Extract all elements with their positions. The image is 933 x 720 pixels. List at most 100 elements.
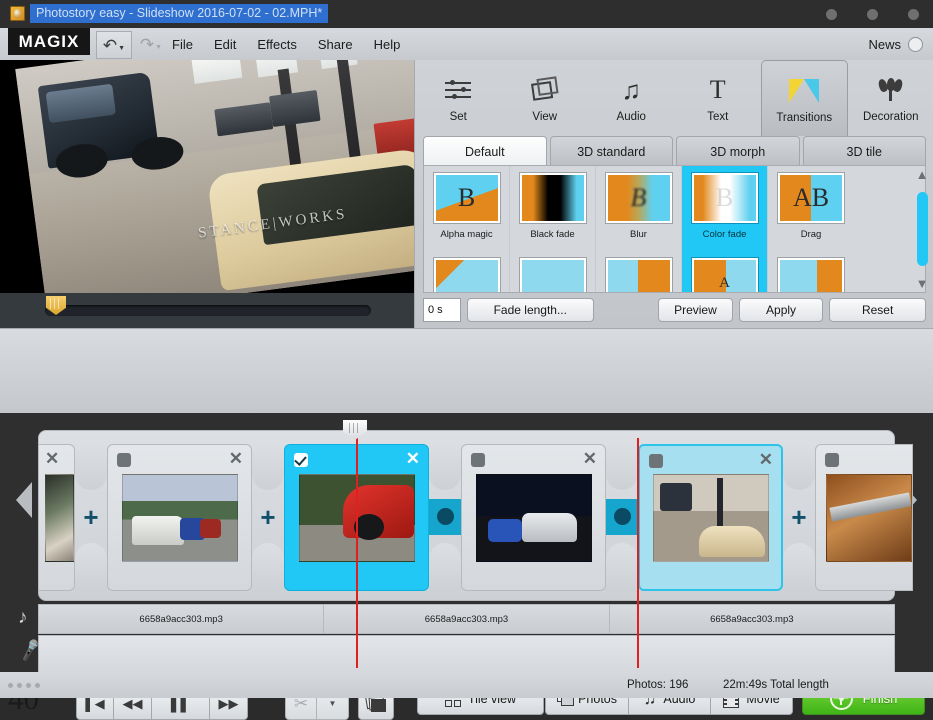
category-audio[interactable]: ♫ Audio: [588, 60, 675, 135]
clip-checkbox[interactable]: [471, 453, 485, 467]
tab-3d-morph[interactable]: 3D morph: [676, 136, 800, 166]
transition-thumb: [520, 173, 586, 223]
preview-photo: STANCE|WORKS: [15, 60, 414, 293]
news-button[interactable]: News: [868, 28, 923, 60]
transition-indicator-icon[interactable]: [606, 499, 638, 535]
add-clip-plus-icon[interactable]: +: [83, 504, 98, 530]
text-t-icon: T: [710, 73, 726, 107]
clip-checkbox[interactable]: [117, 453, 131, 467]
playhead-marker-icon[interactable]: [343, 420, 367, 434]
clip-list: ✕ + ✕: [39, 431, 913, 602]
preview-button[interactable]: Preview: [658, 298, 733, 322]
reset-button[interactable]: Reset: [829, 298, 926, 322]
tab-3d-tile[interactable]: 3D tile: [803, 136, 927, 166]
transition-grid-inner: B Alpha magic Black fade B Blur: [424, 166, 905, 293]
fade-length-input[interactable]: 0 s: [423, 298, 461, 322]
window-controls: [826, 0, 919, 28]
timeline-inner: ✕ + ✕: [12, 420, 921, 670]
maximize-button[interactable]: [867, 9, 878, 20]
transition-indicator-icon[interactable]: [429, 499, 461, 535]
transition-row2-5[interactable]: [768, 251, 854, 293]
clip-wood-rifle[interactable]: [815, 444, 913, 591]
transition-row2-1[interactable]: [424, 251, 510, 293]
menu-share[interactable]: Share: [318, 37, 353, 52]
music-note-icon: ♪: [18, 608, 28, 627]
transition-color-fade[interactable]: B Color fade: [682, 166, 768, 251]
flower-icon: [879, 73, 903, 107]
clip-silver-sedan[interactable]: ✕: [107, 444, 252, 591]
undo-caret-icon: ▼: [118, 45, 125, 52]
main-toolbar: 4008 ▌◀ ◀◀ ▌▌ ▶▶ ✂ ▼: [0, 328, 933, 414]
clip-checkbox[interactable]: [825, 453, 839, 467]
clip-partial-left[interactable]: ✕: [39, 444, 75, 591]
tab-default[interactable]: Default: [423, 136, 547, 166]
category-text[interactable]: T Text: [675, 60, 762, 135]
frames-icon: [532, 73, 558, 107]
transition-alpha-magic[interactable]: B Alpha magic: [424, 166, 510, 251]
transition-glyph: B: [608, 175, 670, 221]
transition-label: Black fade: [530, 229, 574, 240]
audio-clip[interactable]: 6658a9acc303.mp3: [610, 605, 894, 633]
window-title: Photostory easy - Slideshow 2016-07-02 -…: [30, 4, 328, 23]
chevron-up-icon[interactable]: ▲: [916, 168, 929, 181]
triangle-left-icon[interactable]: [16, 482, 32, 518]
menu-file[interactable]: File: [172, 37, 193, 52]
apply-button[interactable]: Apply: [739, 298, 823, 322]
transition-drag[interactable]: AB Drag: [768, 166, 854, 251]
joint-plus-2[interactable]: +: [252, 443, 284, 590]
add-clip-plus-icon[interactable]: +: [791, 504, 806, 530]
clip-garage-interior[interactable]: ✕: [638, 444, 783, 591]
audio-clip[interactable]: 6658a9acc303.mp3: [39, 605, 324, 633]
transition-blur[interactable]: B Blur: [596, 166, 682, 251]
clip-close-icon[interactable]: ✕: [45, 450, 59, 467]
preview-monitor[interactable]: STANCE|WORKS: [0, 60, 414, 293]
clip-close-icon[interactable]: ✕: [229, 450, 243, 467]
transition-thumb: AB: [778, 173, 844, 223]
scrubber-track[interactable]: [45, 305, 371, 316]
menu-help[interactable]: Help: [374, 37, 401, 52]
transition-row2-4[interactable]: A: [682, 251, 768, 293]
chevron-down-icon[interactable]: ▼: [916, 277, 929, 290]
minimize-button[interactable]: [826, 9, 837, 20]
clip-thumbnail: [45, 474, 74, 562]
music-note-icon: ♫: [622, 73, 642, 107]
clip-thumbnail: [476, 474, 592, 562]
transition-black-fade[interactable]: Black fade: [510, 166, 596, 251]
transition-row2-3[interactable]: [596, 251, 682, 293]
undo-arrow-icon: ↶: [103, 37, 117, 54]
category-set[interactable]: Set: [415, 60, 502, 135]
clip-close-icon[interactable]: ✕: [583, 450, 597, 467]
transition-row2-2[interactable]: [510, 251, 596, 293]
fade-length-button[interactable]: Fade length...: [467, 298, 594, 322]
transition-scrollbar[interactable]: ▲ ▼: [912, 166, 932, 292]
clip-night-suv[interactable]: ✕: [461, 444, 606, 591]
voice-track[interactable]: [38, 635, 895, 677]
joint-plus-3[interactable]: +: [783, 443, 815, 590]
joint-transition-2[interactable]: [606, 443, 638, 590]
add-clip-plus-icon[interactable]: +: [260, 504, 275, 530]
transition-triangles-icon: [789, 74, 819, 108]
redo-button[interactable]: ↷ ▼: [134, 31, 168, 57]
joint-transition-1[interactable]: [429, 443, 461, 590]
status-dots-icon: [8, 683, 40, 688]
audio-track[interactable]: 6658a9acc303.mp3 6658a9acc303.mp3 6658a9…: [38, 604, 895, 634]
clip-close-icon[interactable]: ✕: [406, 450, 420, 467]
film-strip: ✕ + ✕: [38, 430, 895, 601]
joint-plus-1[interactable]: +: [75, 443, 107, 590]
tab-3d-standard[interactable]: 3D standard: [550, 136, 674, 166]
clip-checkbox[interactable]: [649, 454, 663, 468]
clip-checkbox[interactable]: [294, 453, 308, 467]
audio-clip[interactable]: 6658a9acc303.mp3: [324, 605, 609, 633]
clip-thumbnail: [653, 474, 769, 562]
close-button[interactable]: [908, 9, 919, 20]
preview-scrubber[interactable]: [0, 293, 414, 328]
transition-thumb: [520, 258, 586, 293]
undo-button[interactable]: ↶ ▼: [96, 31, 132, 59]
category-transitions[interactable]: Transitions: [761, 60, 848, 136]
scrollbar-thumb[interactable]: [917, 192, 928, 266]
menu-edit[interactable]: Edit: [214, 37, 236, 52]
category-decoration[interactable]: Decoration: [848, 60, 933, 135]
menu-effects[interactable]: Effects: [257, 37, 297, 52]
category-view[interactable]: View: [502, 60, 589, 135]
clip-close-icon[interactable]: ✕: [759, 451, 773, 468]
